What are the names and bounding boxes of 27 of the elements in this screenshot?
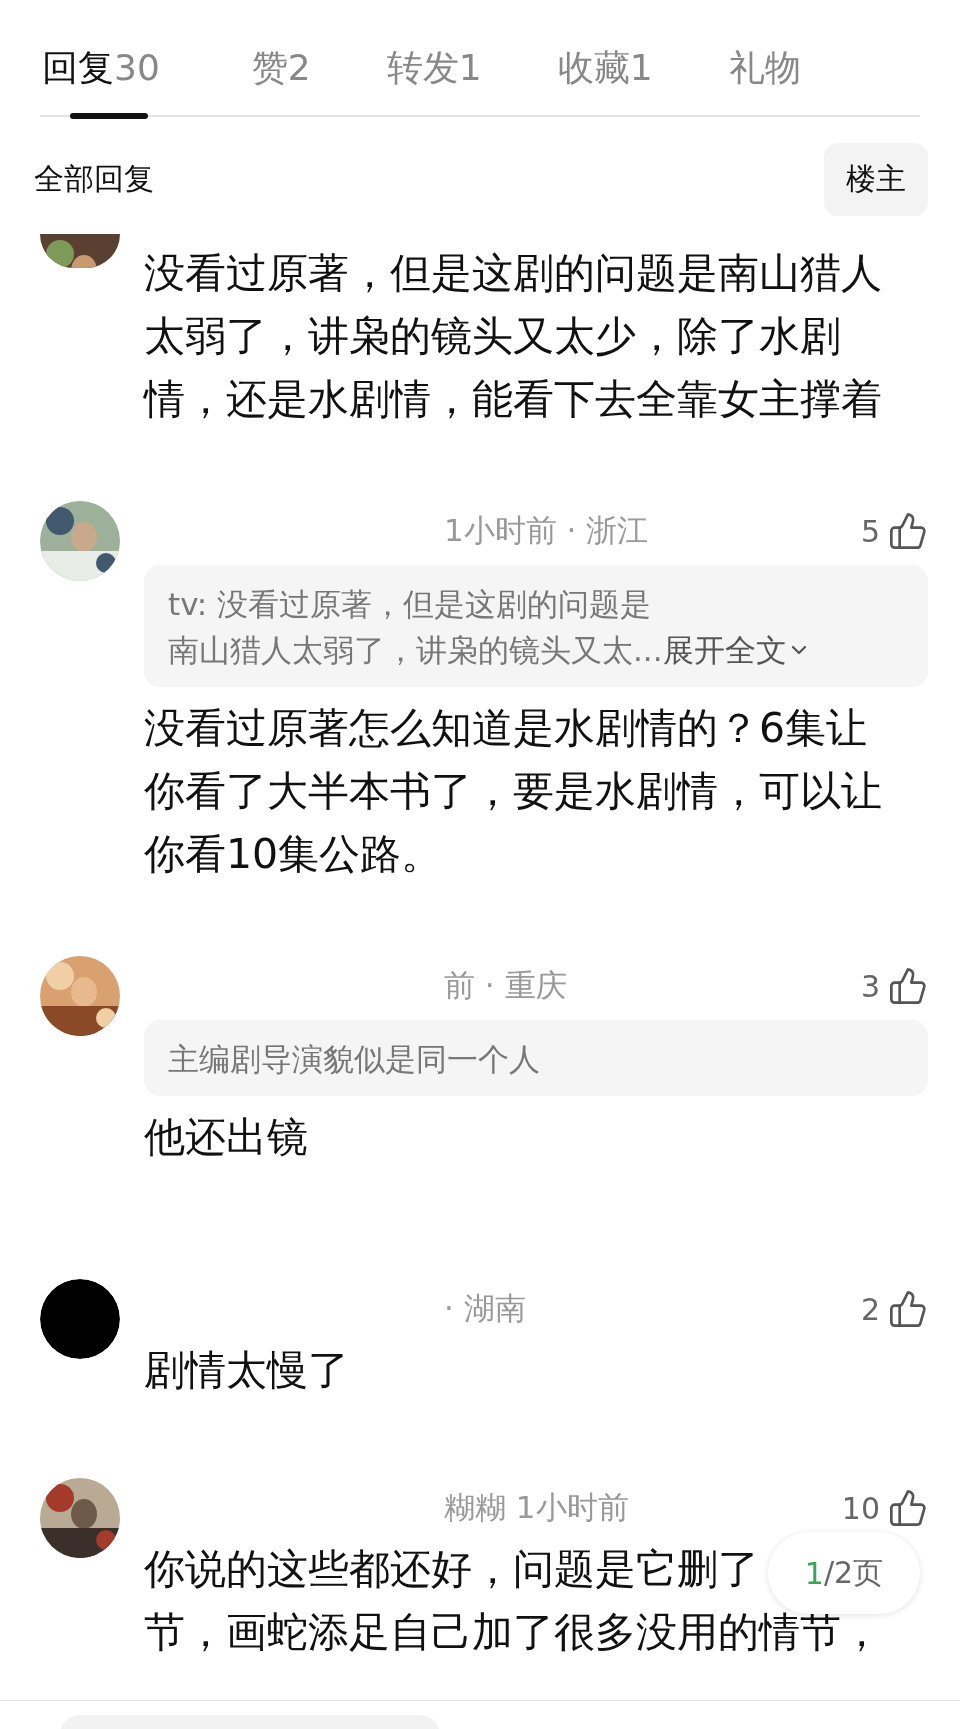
thumbs-up-icon[interactable] bbox=[888, 1289, 928, 1329]
filter-label[interactable]: 全部回复 bbox=[34, 159, 154, 200]
comment-text: 你说的这些都还好，问题是它删了 bbox=[144, 1544, 759, 1595]
comment-meta: · 湖南 bbox=[443, 1289, 526, 1328]
like-count: 5 bbox=[860, 513, 880, 549]
expand-link[interactable]: 展开全文 bbox=[662, 627, 811, 673]
comment-meta: 前 · 重庆 bbox=[443, 966, 567, 1005]
like-count: 2 bbox=[860, 1291, 880, 1327]
thumbs-up-icon[interactable] bbox=[888, 1488, 928, 1528]
comment-text: 你看10集公路。 bbox=[144, 829, 443, 880]
thumbs-up-icon[interactable] bbox=[888, 511, 928, 551]
like-count: 3 bbox=[860, 968, 880, 1004]
owner-filter-button[interactable]: 楼主 bbox=[824, 143, 928, 216]
comment-text: 剧情太慢了 bbox=[144, 1345, 349, 1396]
comment-text: 你看了大半本书了，要是水剧情，可以让 bbox=[144, 766, 882, 817]
comment-text: 没看过原著，但是这剧的问题是南山猎人 bbox=[144, 248, 882, 299]
comment-meta: 1小时前 · 浙江 bbox=[443, 511, 649, 550]
comment-text: 情，还是水剧情，能看下去全靠女主撑着 bbox=[144, 374, 882, 425]
thumbs-up-icon[interactable] bbox=[888, 966, 928, 1006]
quote-text: 南山猎人太弱了，讲枭的镜头又太... bbox=[168, 632, 663, 668]
like-count: 10 bbox=[841, 1490, 880, 1526]
comment-text: 他还出镜 bbox=[144, 1112, 308, 1163]
comment-text: 没看过原著怎么知道是水剧情的？6集让 bbox=[144, 703, 868, 754]
comment-meta: 糊糊 1小时前 bbox=[443, 1488, 629, 1527]
quote-text: tv: 没看过原著，但是这剧的问题是 bbox=[168, 586, 652, 622]
quote-text: 主编剧导演貌似是同一个人 bbox=[168, 1041, 540, 1077]
comment-text: 太弱了，讲枭的镜头又太少，除了水剧 bbox=[144, 311, 841, 362]
